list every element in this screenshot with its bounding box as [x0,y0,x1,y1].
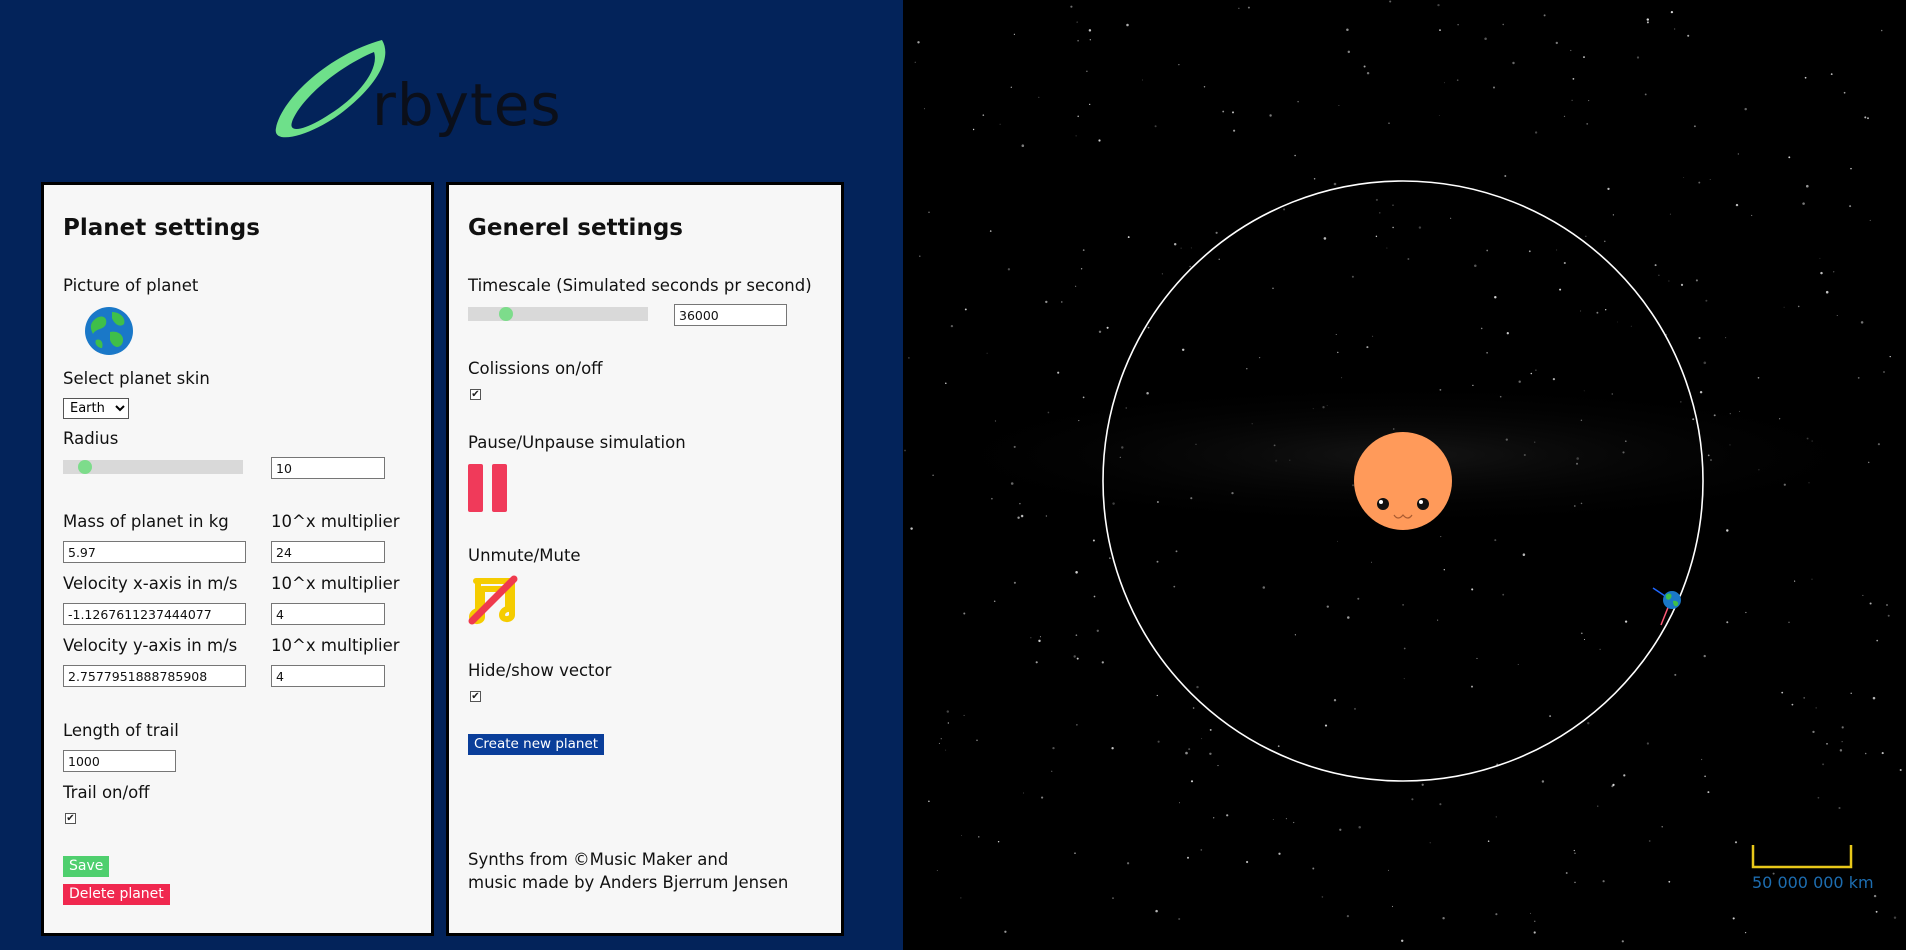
mass-multiplier-label: 10^x multiplier [271,512,400,531]
mass-input[interactable] [63,541,246,563]
timescale-slider[interactable] [468,307,648,321]
picture-label: Picture of planet [63,276,199,295]
general-settings-title: Generel settings [468,215,683,241]
pause-icon[interactable] [468,464,508,512]
planet-settings-title: Planet settings [63,215,260,241]
trail-toggle-label: Trail on/off [63,783,150,802]
radius-slider-knob[interactable] [78,460,92,474]
vx-label: Velocity x-axis in m/s [63,574,238,593]
save-button[interactable]: Save [63,856,110,877]
collisions-checkbox[interactable]: ✔ [470,389,481,400]
planet-settings-panel: Planet settings Picture of planet Select… [41,182,434,936]
vector-label: Hide/show vector [468,661,612,680]
scale-label: 50 000 000 km [1752,873,1874,892]
vx-multiplier-label: 10^x multiplier [271,574,400,593]
timescale-input[interactable] [674,304,787,326]
mass-label: Mass of planet in kg [63,512,229,531]
trail-length-input[interactable] [63,750,176,772]
radius-label: Radius [63,429,119,448]
timescale-slider-knob[interactable] [499,307,513,321]
radius-input[interactable] [271,457,385,479]
vx-multiplier-input[interactable] [271,603,385,625]
settings-area: rbytes Planet settings Picture of planet… [0,0,903,950]
delete-planet-button[interactable]: Delete planet [63,884,170,905]
trail-length-label: Length of trail [63,721,179,740]
collisions-label: Colissions on/off [468,359,603,378]
planet-skin-select[interactable]: Earth [63,398,129,419]
earth-planet[interactable] [1641,575,1701,635]
credits-line-2: music made by Anders Bjerrum Jensen [468,873,789,892]
trail-checkbox[interactable]: ✔ [65,813,76,824]
vx-input[interactable] [63,603,246,625]
vy-multiplier-input[interactable] [271,665,385,687]
sun-planet[interactable] [1353,431,1453,531]
credits-line-1: Synths from ©Music Maker and [468,850,729,869]
radius-slider[interactable] [63,460,243,474]
skin-label: Select planet skin [63,369,210,388]
vy-label: Velocity y-axis in m/s [63,636,238,655]
vy-input[interactable] [63,665,246,687]
simulation-canvas[interactable] [903,0,1906,950]
scale-bar [1751,845,1853,869]
mass-multiplier-input[interactable] [271,541,385,563]
timescale-label: Timescale (Simulated seconds pr second) [468,276,812,295]
vy-multiplier-label: 10^x multiplier [271,636,400,655]
logo-text: rbytes [372,71,562,139]
create-planet-button[interactable]: Create new planet [468,734,605,755]
pause-label: Pause/Unpause simulation [468,433,686,452]
general-settings-panel: Generel settings Timescale (Simulated se… [446,182,844,936]
mute-label: Unmute/Mute [468,546,581,565]
logo: rbytes [270,36,580,148]
mute-icon[interactable] [468,575,518,625]
earth-icon [84,306,134,356]
vector-checkbox[interactable]: ✔ [470,691,481,702]
